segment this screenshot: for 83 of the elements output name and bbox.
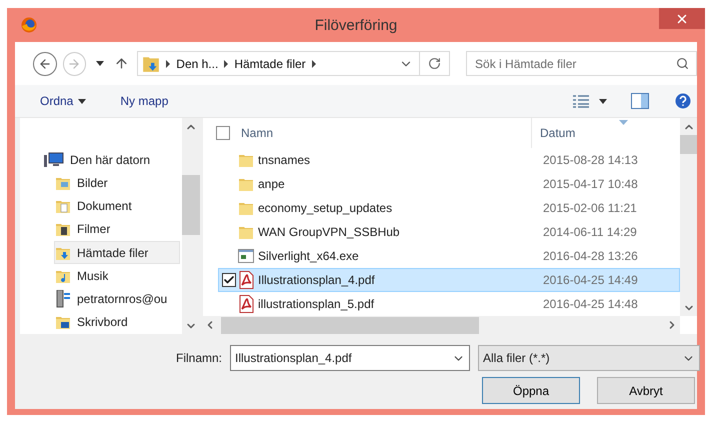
folder-icon xyxy=(238,224,254,240)
videos-folder-icon xyxy=(55,221,71,238)
file-date: 2015-04-17 10:48 xyxy=(543,177,638,191)
sidebar-item[interactable]: Dokument xyxy=(54,194,180,218)
details-view-icon xyxy=(573,94,589,108)
close-button[interactable] xyxy=(659,8,705,29)
refresh-icon xyxy=(428,57,442,70)
application-icon xyxy=(238,249,254,263)
file-date: 2016-04-25 14:48 xyxy=(543,297,638,311)
window-title: Filöverföring xyxy=(314,16,398,34)
sidebar-item[interactable]: Hämtade filer xyxy=(54,241,180,264)
file-type-dropdown[interactable]: Alla filer (*.*) xyxy=(478,345,700,371)
caret-icon xyxy=(96,61,104,66)
file-row[interactable]: illustrationsplan_5.pdf 2016-04-25 14:48 xyxy=(218,292,680,316)
address-bar[interactable]: Den h... Hämtade filer xyxy=(137,51,450,76)
file-row[interactable]: anpe 2015-04-17 10:48 xyxy=(218,172,680,196)
documents-folder-icon xyxy=(55,198,71,214)
cancel-button[interactable]: Avbryt xyxy=(597,377,695,404)
sidebar-item[interactable]: Den här datorn xyxy=(43,148,180,172)
file-date: 2015-02-06 11:21 xyxy=(543,201,637,215)
breadcrumb[interactable]: Den h... xyxy=(176,56,218,70)
file-date: 2016-04-28 13:26 xyxy=(543,249,638,263)
folder-icon xyxy=(238,152,254,168)
file-date: 2016-04-25 14:49 xyxy=(543,273,638,287)
file-name: Illustrationsplan_4.pdf xyxy=(258,273,376,287)
file-name: Silverlight_x64.exe xyxy=(258,249,360,263)
chevron-right-icon xyxy=(166,60,170,68)
file-date: 2014-06-11 14:29 xyxy=(543,225,637,239)
pdf-file-icon xyxy=(238,271,254,289)
search-field[interactable]: Sök i Hämtade filer xyxy=(466,51,698,76)
desktop-folder-icon xyxy=(55,314,71,330)
filename-label: Filnamn: xyxy=(176,351,222,365)
organize-menu-button[interactable]: Ordna xyxy=(40,94,86,108)
file-row[interactable]: economy_setup_updates 2015-02-06 11:21 xyxy=(218,196,680,220)
sidebar-item[interactable]: Filmer xyxy=(54,218,180,241)
file-row[interactable]: Illustrationsplan_4.pdf 2016-04-25 14:49 xyxy=(218,268,680,292)
view-options-button[interactable] xyxy=(573,94,607,108)
chevron-right-icon xyxy=(224,60,228,68)
file-name: tnsnames xyxy=(258,153,312,167)
browser-logo-icon xyxy=(21,17,37,33)
help-button[interactable] xyxy=(675,93,691,109)
breadcrumb[interactable]: Hämtade filer xyxy=(234,56,306,70)
new-folder-button[interactable]: Ny mapp xyxy=(120,94,168,108)
horizontal-scrollbar[interactable] xyxy=(203,316,680,334)
open-button[interactable]: Öppna xyxy=(482,377,580,404)
preview-pane-icon xyxy=(631,93,649,109)
file-row[interactable]: tnsnames 2015-08-28 14:13 xyxy=(218,148,680,172)
select-all-checkbox[interactable] xyxy=(216,126,230,140)
sort-indicator-icon xyxy=(619,120,628,125)
search-icon xyxy=(676,57,690,70)
back-button[interactable] xyxy=(33,52,57,76)
sidebar-item[interactable]: Musik xyxy=(54,264,180,288)
caret-icon xyxy=(78,98,86,104)
scrollbar[interactable] xyxy=(182,118,200,334)
pdf-file-icon xyxy=(238,295,254,313)
file-row[interactable]: WAN GroupVPN_SSBHub 2014-06-11 14:29 xyxy=(218,220,680,244)
file-name: WAN GroupVPN_SSBHub xyxy=(258,225,401,239)
downloads-folder-icon xyxy=(142,54,160,72)
file-name: illustrationsplan_5.pdf xyxy=(258,297,376,311)
row-checkbox[interactable] xyxy=(222,273,236,287)
preview-pane-button[interactable] xyxy=(631,93,649,109)
history-dropdown-button[interactable] xyxy=(96,61,104,66)
scrollbar-thumb[interactable] xyxy=(182,175,200,235)
network-drive-icon xyxy=(55,290,71,308)
scrollbar-thumb[interactable] xyxy=(221,316,479,334)
computer-icon xyxy=(44,152,64,168)
column-header[interactable]: Namn xyxy=(241,126,531,140)
sidebar-item[interactable]: petratornros@ou xyxy=(54,288,180,311)
up-button[interactable] xyxy=(114,56,130,71)
filename-field[interactable]: Illustrationsplan_4.pdf xyxy=(230,345,470,371)
folder-icon xyxy=(238,176,254,192)
scrollbar[interactable] xyxy=(680,118,697,316)
sidebar-item[interactable]: Skrivbord xyxy=(54,310,180,334)
help-icon xyxy=(675,93,691,109)
file-row[interactable]: Silverlight_x64.exe 2016-04-28 13:26 xyxy=(218,244,680,268)
chevron-right-icon xyxy=(312,60,316,68)
file-name: anpe xyxy=(258,177,286,191)
file-date: 2015-08-28 14:13 xyxy=(543,153,638,167)
folder-icon xyxy=(238,200,254,216)
caret-icon xyxy=(599,98,607,104)
file-name: economy_setup_updates xyxy=(258,201,394,215)
scrollbar-thumb[interactable] xyxy=(680,135,697,154)
sidebar-item[interactable]: Bilder xyxy=(54,171,180,194)
